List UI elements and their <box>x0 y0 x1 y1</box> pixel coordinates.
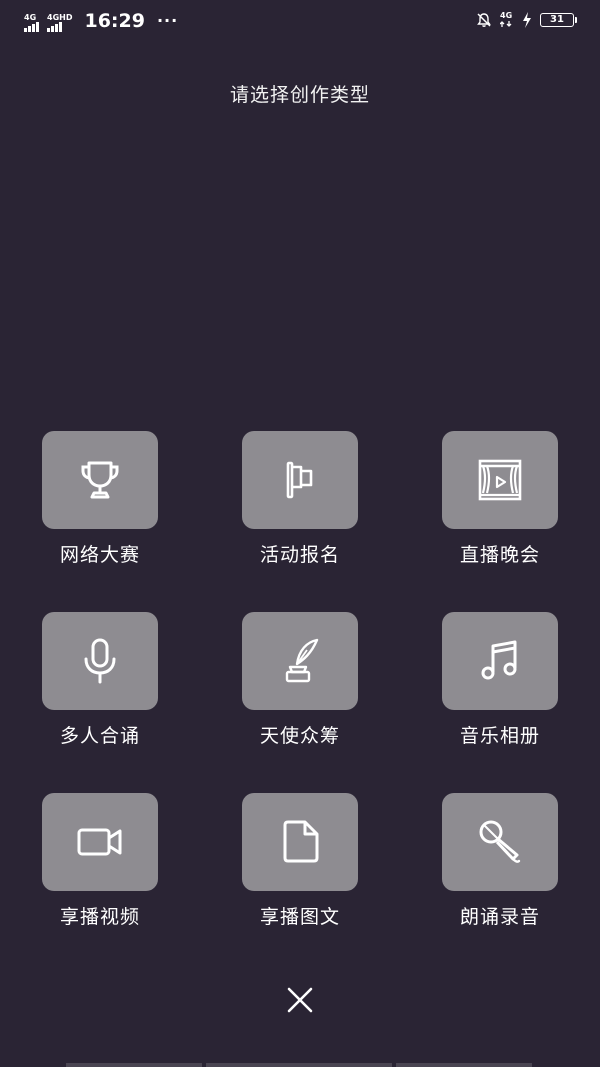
status-bar-right: 4G 31 <box>476 12 577 28</box>
signal-4g-icon <box>500 21 512 27</box>
option-tile[interactable] <box>442 793 558 891</box>
option-network-contest[interactable]: 网络大赛 <box>42 431 158 569</box>
close-button[interactable] <box>280 980 320 1020</box>
microphone-icon <box>84 638 116 684</box>
status-bar: 4G 4GHD 16:29 ··· 4G 31 <box>0 0 600 44</box>
signal-bars-icon <box>47 22 62 32</box>
close-icon <box>287 987 313 1013</box>
option-label: 音乐相册 <box>459 725 540 747</box>
network-type-label: 4G <box>24 13 37 22</box>
clock: 16:29 <box>84 10 145 32</box>
option-tile[interactable] <box>42 612 158 710</box>
video-camera-icon <box>77 828 122 856</box>
stage-play-icon <box>478 459 522 501</box>
mute-bell-icon <box>477 13 491 27</box>
more-notifications-indicator: ··· <box>156 11 179 30</box>
document-icon <box>283 820 319 863</box>
network-type-label: 4G <box>500 11 513 20</box>
option-label: 天使众筹 <box>259 725 340 747</box>
option-label: 享播图文 <box>259 906 340 928</box>
option-share-text-image[interactable]: 享播图文 <box>242 793 358 931</box>
option-share-video[interactable]: 享播视频 <box>42 793 158 931</box>
option-tile[interactable] <box>442 431 558 529</box>
page-title: 请选择创作类型 <box>229 84 370 106</box>
trophy-icon <box>81 461 119 499</box>
handheld-mic-icon <box>479 820 521 863</box>
battery-icon: 31 <box>540 13 577 27</box>
option-tile[interactable] <box>242 431 358 529</box>
option-angel-crowdfunding[interactable]: 天使众筹 <box>242 612 358 750</box>
option-event-signup[interactable]: 活动报名 <box>242 431 358 569</box>
option-label: 享播视频 <box>59 906 140 928</box>
network-indicator-2: 4GHD <box>47 14 72 32</box>
signal-bars-icon <box>24 22 39 32</box>
option-label: 活动报名 <box>259 544 340 566</box>
battery-level: 31 <box>550 14 564 25</box>
option-recitation-recording[interactable]: 朗诵录音 <box>442 793 558 931</box>
network-indicator-1: 4G <box>24 14 39 32</box>
option-tile[interactable] <box>242 612 358 710</box>
network-type-label: 4GHD <box>47 13 73 22</box>
option-tile[interactable] <box>42 793 158 891</box>
option-label: 多人合诵 <box>59 725 140 747</box>
option-tile[interactable] <box>42 431 158 529</box>
option-label: 网络大赛 <box>59 544 140 566</box>
bottom-edge-strip <box>0 1063 600 1067</box>
charging-bolt-icon <box>523 12 531 28</box>
flag-icon <box>286 461 313 499</box>
status-bar-left: 4G 4GHD 16:29 ··· <box>24 10 178 32</box>
quill-ink-icon <box>285 638 319 683</box>
option-tile[interactable] <box>442 612 558 710</box>
option-group-recitation[interactable]: 多人合诵 <box>42 612 158 750</box>
network-indicator-right: 4G <box>500 12 514 28</box>
option-label: 朗诵录音 <box>459 906 540 928</box>
option-label: 直播晚会 <box>459 544 540 566</box>
option-tile[interactable] <box>242 793 358 891</box>
music-note-icon <box>481 640 517 680</box>
option-music-album[interactable]: 音乐相册 <box>442 612 558 750</box>
option-live-gala[interactable]: 直播晚会 <box>442 431 558 569</box>
